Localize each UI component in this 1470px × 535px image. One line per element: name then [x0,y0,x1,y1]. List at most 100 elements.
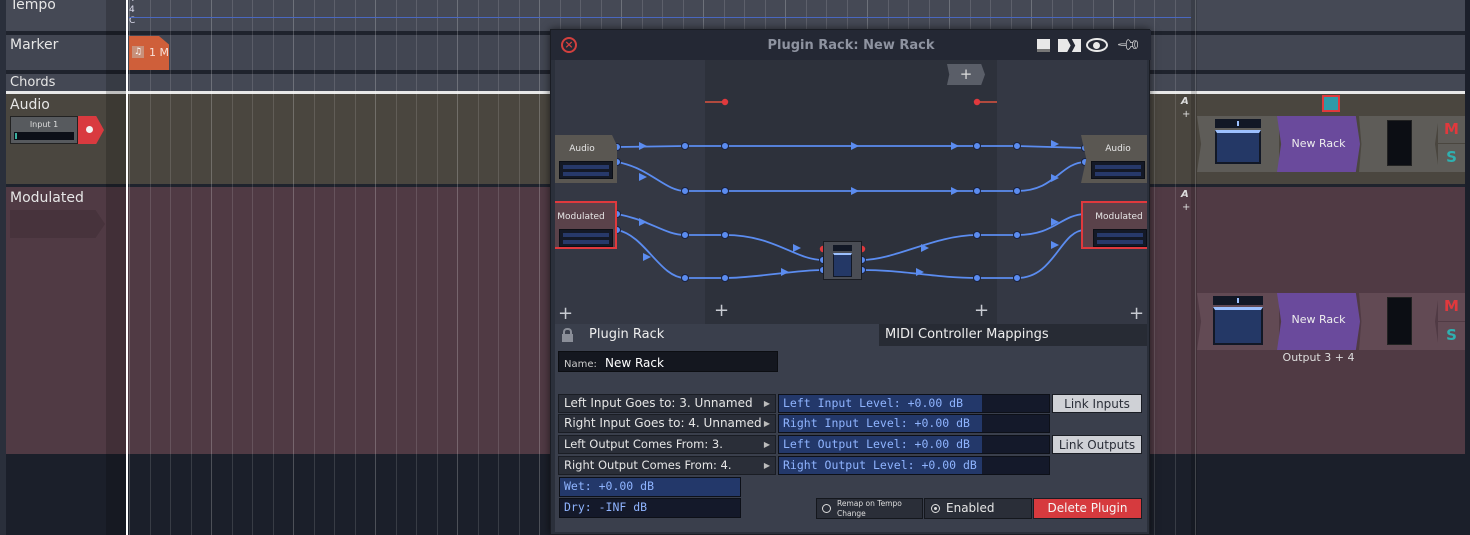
marker-clip[interactable]: ♫ 1 M [129,36,169,70]
mute-button[interactable]: M [1438,116,1465,143]
connection-pin[interactable] [721,231,729,239]
left-output-routing[interactable]: Left Output Comes From: 3. Unnamed▶ [558,435,776,468]
left-input-level-slider[interactable]: Left Input Level: +0.00 dB [778,394,1050,413]
solo-button[interactable]: S [1438,144,1465,172]
name-value[interactable]: New Rack [605,356,664,370]
connection-pin[interactable] [721,274,729,282]
input-label: Input 1 [29,120,59,129]
connection-pin[interactable] [1013,231,1021,239]
link-outputs-button[interactable]: Link Outputs [1052,435,1142,454]
input-selector[interactable]: Input 1 [10,116,78,144]
right-output-level-slider[interactable]: Right Output Level: +0.00 dB [778,456,1050,475]
rack-output-modulated[interactable]: Modulated [1081,201,1147,249]
input-selector-empty[interactable] [10,210,105,238]
flow-arrow [1051,241,1059,249]
add-button[interactable]: + [974,302,989,320]
volume-fader[interactable] [1213,307,1263,345]
tab-plugin-rack[interactable]: Plugin Rack [555,324,879,346]
eye-icon[interactable] [1086,38,1108,52]
right-input-level-slider[interactable]: Right Input Level: +0.00 dB [778,414,1050,433]
grid-line [293,0,294,535]
wire[interactable] [616,161,1086,192]
playhead[interactable] [126,0,128,535]
track-name: Chords [10,75,56,90]
add-automation-button[interactable]: + [1182,202,1190,213]
rack-output-audio[interactable]: Audio [1081,135,1147,183]
automation-icon[interactable]: A [1181,96,1189,107]
connection-pin[interactable] [1013,187,1021,195]
add-button[interactable]: + [714,302,729,320]
tab-label: MIDI Controller Mappings [885,327,1049,342]
grid-line [1174,0,1176,535]
plugin-new-rack[interactable]: New Rack [1277,116,1360,172]
tempo-line[interactable] [129,17,1191,18]
delete-plugin-button[interactable]: Delete Plugin [1033,498,1142,519]
left-output-level-slider[interactable]: Left Output Level: +0.00 dB [778,435,1050,454]
flow-arrow [851,187,859,195]
grid-line [129,0,130,535]
track-color-swatch[interactable] [1322,95,1340,112]
level-label: Left Output Level: +0.00 dB [783,437,970,451]
io-label: Audio [1105,144,1131,154]
wet-level-slider[interactable]: Wet: +0.00 dB [559,477,741,497]
rack-graph[interactable]: Audio Modulated Audio Modulated + + + + … [555,60,1147,324]
wire[interactable] [616,213,824,261]
add-output-button[interactable]: + [1129,305,1144,323]
connection-pin[interactable] [973,231,981,239]
output-routing-label[interactable]: Output 3 + 4 [1277,351,1360,364]
add-input-button[interactable]: + [558,305,573,323]
midi-pin[interactable] [973,98,981,106]
enabled-toggle[interactable]: Enabled [924,498,1032,519]
grid-line [518,0,520,535]
connection-pin[interactable] [681,274,689,282]
node-meter [833,245,852,251]
midi-pin[interactable] [721,98,729,106]
add-plugin-button[interactable]: + [947,64,985,85]
add-automation-button[interactable]: + [1182,109,1190,120]
left-input-routing[interactable]: Left Input Goes to: 3. Unnamed ▶ [558,394,776,413]
io-meter [1091,161,1145,179]
rack-input-modulated[interactable]: Modulated [555,201,617,249]
flow-arrow [951,187,959,195]
right-input-routing[interactable]: Right Input Goes to: 4. Unnamed ▶ [558,414,776,433]
connection-pin[interactable] [1013,142,1021,150]
rack-plugin-node[interactable] [823,241,862,280]
title-bar[interactable]: × Plugin Rack: New Rack 📌︎ [551,30,1151,60]
input-meter [14,132,74,140]
flow-arrow [851,142,859,150]
connection-pin[interactable] [1013,274,1021,282]
connection-pin[interactable] [681,142,689,150]
tab-midi-mappings[interactable]: MIDI Controller Mappings [879,324,1147,346]
pin-icon[interactable]: 📌︎ [1115,31,1143,59]
flow-arrow [639,142,647,150]
io-label: Modulated [557,212,605,222]
io-label: Audio [569,144,595,154]
connection-pin[interactable] [973,142,981,150]
connection-pin[interactable] [973,187,981,195]
dry-level-slider[interactable]: Dry: -INF dB [559,498,741,518]
output-strip-audio: New Rack M S [1197,116,1465,172]
io-meter [559,229,613,247]
record-arm-button[interactable] [78,116,104,144]
connection-pin[interactable] [681,187,689,195]
volume-fader[interactable] [1215,130,1261,164]
remap-on-tempo-toggle[interactable]: Remap on Tempo Change [816,498,923,519]
radio-unchecked-icon [822,504,831,513]
connection-pin[interactable] [721,187,729,195]
right-output-routing[interactable]: Right Output Comes From: 4. Unnamed▶ [558,456,776,489]
link-inputs-button[interactable]: Link Inputs [1052,394,1142,413]
plugin-new-rack[interactable]: New Rack [1277,293,1360,350]
grid-line [498,0,499,535]
solo-button[interactable]: S [1438,322,1465,350]
connection-pin[interactable] [681,231,689,239]
automation-icon[interactable]: A [1181,189,1189,200]
connection-pin[interactable] [721,142,729,150]
rack-name-field[interactable]: Name: New Rack [558,351,778,372]
rack-input-audio[interactable]: Audio [555,135,617,183]
connection-pin[interactable] [973,274,981,282]
minimize-icon[interactable] [1037,39,1050,52]
grid-line [170,0,171,535]
grid-line [354,0,356,535]
wire[interactable] [616,229,824,279]
mute-button[interactable]: M [1438,293,1465,321]
